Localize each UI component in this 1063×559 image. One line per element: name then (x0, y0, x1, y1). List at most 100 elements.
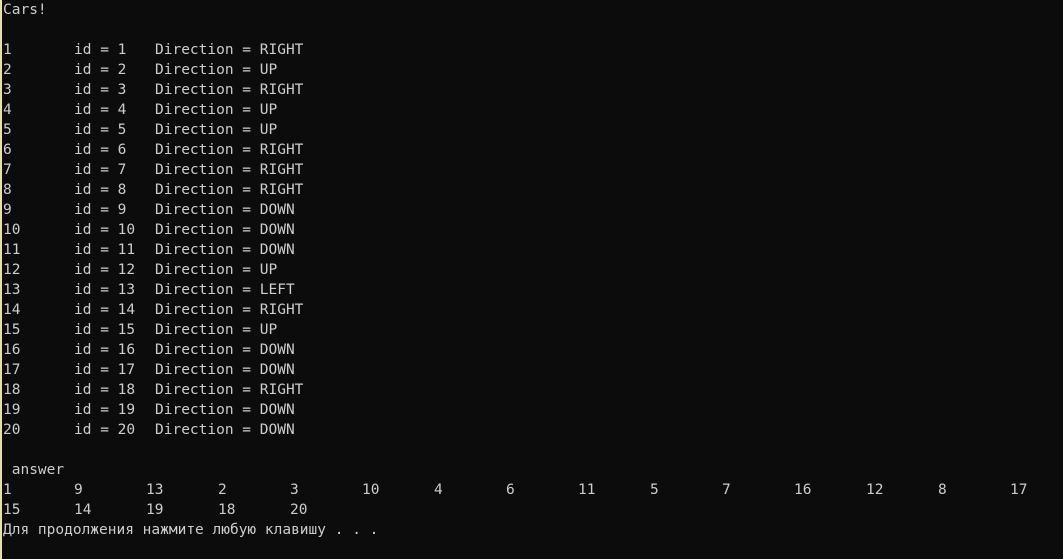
car-row-id: id = 11 (74, 242, 136, 258)
answer-row: 1 9 13 2 3 10 4 6 11 5 7 16 12 8 17 (3, 480, 1061, 500)
answer-value: 7 (722, 482, 731, 498)
car-row-id: id = 20 (74, 422, 136, 438)
answer-value: 14 (74, 502, 92, 518)
car-row-index: 5 (3, 122, 12, 138)
car-row-index: 20 (3, 422, 21, 438)
car-row-id: id = 5 (74, 122, 127, 138)
car-row-id: id = 6 (74, 142, 127, 158)
car-row-index: 13 (3, 282, 21, 298)
car-row: 15 id = 15 Direction = UP (3, 320, 277, 340)
car-row: 11 id = 11 Direction = DOWN (3, 240, 295, 260)
answer-value: 17 (1010, 482, 1028, 498)
answer-value: 15 (3, 502, 21, 518)
answer-value: 3 (290, 482, 299, 498)
car-row-index: 1 (3, 42, 12, 58)
car-row-id: id = 16 (74, 342, 136, 358)
car-row: 2 id = 2 Direction = UP (3, 60, 277, 80)
car-row: 3 id = 3 Direction = RIGHT (3, 80, 303, 100)
car-row-index: 3 (3, 82, 12, 98)
car-row: 5 id = 5 Direction = UP (3, 120, 277, 140)
car-row-direction: Direction = DOWN (155, 362, 295, 378)
car-row-direction: Direction = DOWN (155, 342, 295, 358)
car-row: 13 id = 13 Direction = LEFT (3, 280, 295, 300)
answer-value: 6 (506, 482, 515, 498)
car-row-index: 11 (3, 242, 21, 258)
car-row-id: id = 1 (74, 42, 127, 58)
car-row-index: 10 (3, 222, 21, 238)
car-row-id: id = 12 (74, 262, 136, 278)
answer-value: 19 (146, 502, 164, 518)
car-row: 18 id = 18 Direction = RIGHT (3, 380, 303, 400)
car-row-direction: Direction = RIGHT (155, 382, 304, 398)
answer-value: 4 (434, 482, 443, 498)
car-row-index: 7 (3, 162, 12, 178)
car-row: 17 id = 17 Direction = DOWN (3, 360, 295, 380)
car-row-direction: Direction = RIGHT (155, 182, 304, 198)
answer-label: answer (3, 462, 65, 478)
answer-value: 16 (794, 482, 812, 498)
answer-value: 18 (218, 502, 236, 518)
car-row: 14 id = 14 Direction = RIGHT (3, 300, 303, 320)
car-row-direction: Direction = UP (155, 122, 278, 138)
answer-row: 15 14 19 18 20 (3, 500, 307, 520)
car-row-id: id = 18 (74, 382, 136, 398)
car-row-index: 15 (3, 322, 21, 338)
car-row-index: 19 (3, 402, 21, 418)
car-row-index: 18 (3, 382, 21, 398)
answer-value: 9 (74, 482, 83, 498)
answer-value: 5 (650, 482, 659, 498)
car-row-direction: Direction = DOWN (155, 422, 295, 438)
car-row-direction: Direction = UP (155, 62, 278, 78)
car-row: 19 id = 19 Direction = DOWN (3, 400, 295, 420)
car-row-id: id = 2 (74, 62, 127, 78)
car-row-index: 4 (3, 102, 12, 118)
car-row: 1 id = 1 Direction = RIGHT (3, 40, 303, 60)
car-row-index: 16 (3, 342, 21, 358)
car-row-id: id = 14 (74, 302, 136, 318)
answer-value: 1 (3, 482, 12, 498)
console-window: Cars! 1 id = 1 Direction = RIGHT 2 id = … (0, 0, 1063, 559)
car-row-id: id = 7 (74, 162, 127, 178)
car-row-index: 12 (3, 262, 21, 278)
car-row: 10 id = 10 Direction = DOWN (3, 220, 295, 240)
car-row-direction: Direction = RIGHT (155, 302, 304, 318)
car-row-id: id = 19 (74, 402, 136, 418)
car-row-id: id = 15 (74, 322, 136, 338)
car-row-index: 2 (3, 62, 12, 78)
answer-value: 12 (866, 482, 884, 498)
car-row-id: id = 4 (74, 102, 127, 118)
car-row: 12 id = 12 Direction = UP (3, 260, 277, 280)
car-row: 20 id = 20 Direction = DOWN (3, 420, 295, 440)
car-row-index: 8 (3, 182, 12, 198)
car-row-id: id = 8 (74, 182, 127, 198)
car-row-index: 14 (3, 302, 21, 318)
car-row-id: id = 9 (74, 202, 127, 218)
car-row-direction: Direction = UP (155, 262, 278, 278)
car-row-index: 6 (3, 142, 12, 158)
continue-prompt: Для продолжения нажмите любую клавишу . … (3, 522, 379, 538)
cursor-bar (0, 0, 2, 559)
answer-value: 13 (146, 482, 164, 498)
car-row: 9 id = 9 Direction = DOWN (3, 200, 295, 220)
answer-value: 20 (290, 502, 308, 518)
console-title: Cars! (3, 2, 47, 18)
car-row-direction: Direction = DOWN (155, 222, 295, 238)
car-row-direction: Direction = RIGHT (155, 82, 304, 98)
answer-value: 10 (362, 482, 380, 498)
car-row-id: id = 13 (74, 282, 136, 298)
answer-value: 2 (218, 482, 227, 498)
car-row-direction: Direction = DOWN (155, 202, 295, 218)
car-row-id: id = 3 (74, 82, 127, 98)
car-row-direction: Direction = RIGHT (155, 142, 304, 158)
car-row-direction: Direction = DOWN (155, 242, 295, 258)
car-row-direction: Direction = DOWN (155, 402, 295, 418)
car-row: 6 id = 6 Direction = RIGHT (3, 140, 303, 160)
car-row-id: id = 10 (74, 222, 136, 238)
car-row: 16 id = 16 Direction = DOWN (3, 340, 295, 360)
car-row-index: 17 (3, 362, 21, 378)
car-row-index: 9 (3, 202, 12, 218)
car-row-direction: Direction = UP (155, 102, 278, 118)
answer-value: 8 (938, 482, 947, 498)
answer-value: 11 (578, 482, 596, 498)
car-row: 7 id = 7 Direction = RIGHT (3, 160, 303, 180)
